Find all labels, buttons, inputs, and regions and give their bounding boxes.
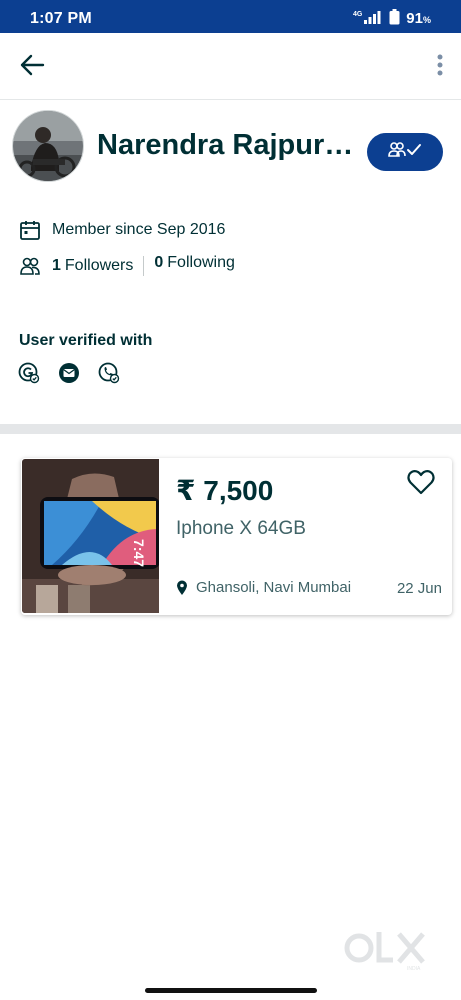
member-since-text: Member since Sep 2016 — [52, 221, 226, 238]
follow-button[interactable] — [367, 133, 443, 171]
more-vertical-icon — [437, 54, 443, 81]
google-icon — [18, 362, 40, 384]
verified-methods — [18, 362, 120, 384]
listing-image: 7:47 — [22, 459, 159, 613]
following-link[interactable]: 0 Following — [154, 254, 235, 272]
svg-text:4G: 4G — [353, 11, 363, 18]
member-since-row: Member since Sep 2016 — [18, 218, 225, 242]
listing-date: 22 Jun — [396, 580, 442, 597]
divider — [143, 256, 145, 276]
follow-stats-row: 1 Followers 0 Following — [18, 254, 235, 278]
following-label: Following — [167, 254, 235, 271]
listing-title: Iphone X 64GB — [176, 518, 306, 539]
followers-label: Followers — [64, 257, 134, 274]
arrow-left-icon — [19, 54, 45, 81]
app-bar — [0, 33, 461, 100]
avatar[interactable] — [12, 110, 84, 182]
location-pin-icon — [176, 580, 190, 596]
favorite-button[interactable] — [406, 469, 436, 500]
section-divider — [0, 424, 461, 434]
back-button[interactable] — [16, 53, 48, 81]
svg-text:INDIA: INDIA — [407, 966, 421, 972]
calendar-icon — [18, 218, 42, 242]
listing-card[interactable]: 7:47 ₹ 7,500 Iphone X 64GB Ghansoli, Nav… — [21, 458, 452, 615]
status-indicators: 4G 91% — [353, 8, 431, 28]
profile-name: Narendra Rajpuro... — [97, 129, 359, 161]
users-icon — [18, 254, 42, 278]
svg-text:7:47: 7:47 — [131, 539, 147, 567]
status-bar: 1:07 PM 4G 91% — [0, 0, 461, 33]
olx-watermark-logo: INDIA — [343, 928, 429, 972]
more-options-button[interactable] — [433, 53, 447, 81]
phone-icon — [98, 362, 120, 384]
home-indicator[interactable] — [145, 988, 317, 993]
heart-outline-icon — [407, 469, 435, 500]
user-following-check-icon — [387, 140, 423, 165]
status-time: 1:07 PM — [30, 10, 92, 27]
email-icon — [58, 362, 80, 384]
listing-location: Ghansoli, Navi Mumbai — [176, 579, 378, 596]
verified-title: User verified with — [19, 332, 153, 349]
listing-price: ₹ 7,500 — [176, 475, 274, 506]
followers-link[interactable]: 1 Followers — [52, 257, 133, 275]
following-count: 0 — [154, 254, 164, 271]
signal-icon: 4G — [353, 9, 383, 28]
battery-level: 91% — [406, 9, 431, 27]
followers-count: 1 — [52, 257, 61, 274]
listing-location-text: Ghansoli, Navi Mumbai — [196, 579, 352, 596]
battery-icon — [389, 8, 400, 28]
